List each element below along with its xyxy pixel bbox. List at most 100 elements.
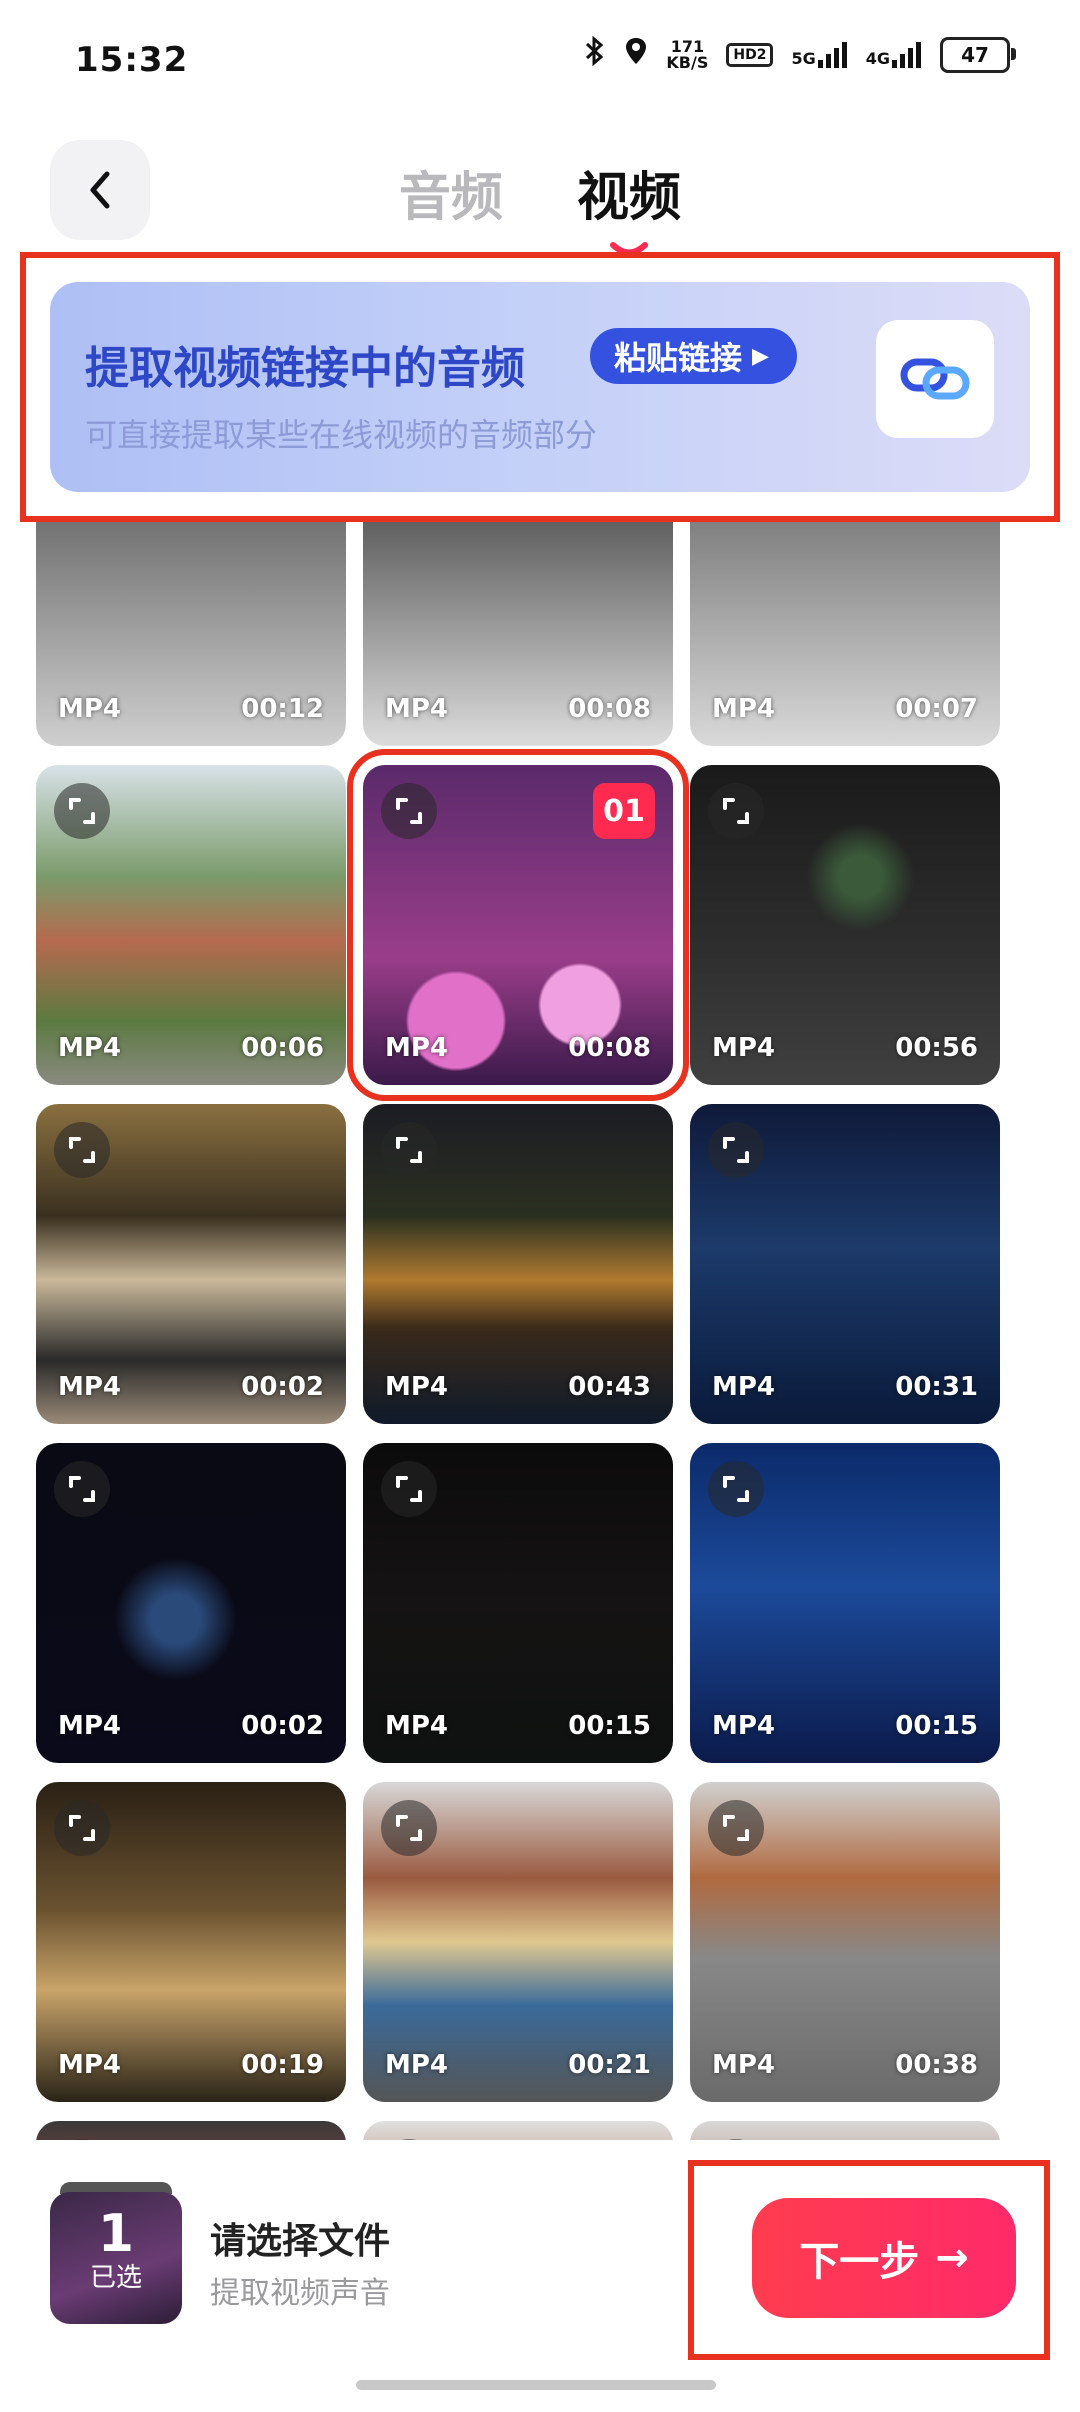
net-speed: 171 KB/S <box>666 38 709 72</box>
video-tile[interactable] <box>363 2121 673 2140</box>
battery-icon: 47 <box>940 36 1016 73</box>
expand-preview-icon[interactable] <box>54 783 110 839</box>
video-duration: 00:15 <box>568 1711 651 1741</box>
play-triangle-icon: ▶ <box>752 343 769 369</box>
video-tile[interactable]: 01 MP4 00:08 <box>347 749 689 1101</box>
video-format: MP4 <box>58 1372 122 1402</box>
video-duration: 00:02 <box>241 1711 324 1741</box>
video-tile[interactable]: MP4 00:15 <box>690 1443 1000 1763</box>
header: 音频 视频 <box>0 130 1080 260</box>
status-icons: 171 KB/S HD2 5G 4G 47 <box>584 35 1016 73</box>
video-grid: MP4 00:12 MP4 00:08 MP4 00:07 MP4 00:06 01 MP4 00:… <box>36 480 1000 2140</box>
video-format: MP4 <box>385 1033 449 1063</box>
expand-preview-icon[interactable] <box>381 1461 437 1517</box>
extract-link-banner[interactable]: 提取视频链接中的音频 粘贴链接 ▶ 可直接提取某些在线视频的音频部分 <box>50 282 1030 492</box>
paste-link-button[interactable]: 粘贴链接 ▶ <box>590 328 797 384</box>
banner-title: 提取视频链接中的音频 <box>85 343 525 394</box>
expand-preview-icon[interactable] <box>708 1800 764 1856</box>
selected-count: 1 <box>97 2204 135 2264</box>
select-file-subtitle: 提取视频声音 <box>210 2276 390 2311</box>
video-format: MP4 <box>385 1372 449 1402</box>
expand-preview-icon[interactable] <box>381 1800 437 1856</box>
hd-badge: HD2 <box>726 42 774 67</box>
bluetooth-icon <box>584 35 606 73</box>
video-duration: 00:12 <box>241 694 324 724</box>
video-duration: 00:08 <box>568 694 651 724</box>
video-duration: 00:08 <box>568 1033 651 1063</box>
video-duration: 00:06 <box>241 1033 324 1063</box>
status-bar: 15:32 171 KB/S HD2 5G 4G 47 <box>0 0 1080 120</box>
video-format: MP4 <box>385 1711 449 1741</box>
location-icon <box>624 36 648 73</box>
link-icon-tile[interactable] <box>876 320 994 438</box>
signal-5g: 5G <box>791 41 847 68</box>
video-format: MP4 <box>58 2050 122 2080</box>
signal-icon <box>892 41 921 68</box>
battery-level: 47 <box>961 42 989 67</box>
video-duration: 00:19 <box>241 2050 324 2080</box>
tab-video-label: 视频 <box>577 168 682 228</box>
expand-preview-icon[interactable] <box>381 783 437 839</box>
video-format: MP4 <box>712 1372 776 1402</box>
selected-count-label: 已选 <box>89 2263 142 2293</box>
tab-video[interactable]: 视频 <box>577 155 682 256</box>
video-format: MP4 <box>58 1711 122 1741</box>
next-button-label: 下一步 <box>799 2239 920 2285</box>
video-duration: 00:43 <box>568 1372 651 1402</box>
signal-4g: 4G <box>865 41 922 68</box>
tab-audio[interactable]: 音频 <box>399 155 503 230</box>
video-format: MP4 <box>58 694 122 724</box>
video-duration: 00:02 <box>241 1372 324 1402</box>
video-format: MP4 <box>712 2050 776 2080</box>
banner-highlight: 提取视频链接中的音频 粘贴链接 ▶ 可直接提取某些在线视频的音频部分 <box>20 252 1060 522</box>
selected-count-tile[interactable]: 1 已选 <box>50 2192 182 2324</box>
video-duration: 00:07 <box>895 694 978 724</box>
video-tile[interactable]: MP4 00:31 <box>690 1104 1000 1424</box>
next-button[interactable]: 下一步 → <box>752 2198 1016 2318</box>
banner-subtitle: 可直接提取某些在线视频的音频部分 <box>85 416 598 454</box>
net-speed-unit: KB/S <box>666 52 709 72</box>
expand-preview-icon[interactable] <box>54 1800 110 1856</box>
video-format: MP4 <box>385 2050 449 2080</box>
bottom-bar: 1 已选 请选择文件 提取视频声音 下一步 → <box>0 2140 1080 2412</box>
status-time: 15:32 <box>75 40 189 80</box>
select-file-title: 请选择文件 <box>210 2221 391 2262</box>
signal-5g-label: 5G <box>791 48 816 68</box>
video-duration: 00:31 <box>895 1372 978 1402</box>
video-tile[interactable] <box>36 2121 346 2140</box>
expand-preview-icon[interactable] <box>381 1122 437 1178</box>
video-tile[interactable]: MP4 00:02 <box>36 1443 346 1763</box>
expand-preview-icon[interactable] <box>54 1461 110 1517</box>
paste-link-label: 粘贴链接 <box>614 339 743 377</box>
link-icon <box>900 358 970 400</box>
video-format: MP4 <box>712 1711 776 1741</box>
video-duration: 00:21 <box>568 2050 651 2080</box>
expand-preview-icon[interactable] <box>708 783 764 839</box>
video-format: MP4 <box>712 1033 776 1063</box>
expand-preview-icon[interactable] <box>708 1461 764 1517</box>
arrow-right-icon: → <box>935 2235 969 2281</box>
video-format: MP4 <box>58 1033 122 1063</box>
signal-4g-label: 4G <box>865 48 890 68</box>
video-duration: 00:38 <box>895 2050 978 2080</box>
signal-icon <box>817 41 847 68</box>
video-tile[interactable]: MP4 00:19 <box>36 1782 346 2102</box>
video-tile[interactable]: MP4 00:56 <box>690 765 1000 1085</box>
video-tile[interactable]: MP4 00:43 <box>363 1104 673 1424</box>
video-tile[interactable]: MP4 00:15 <box>363 1443 673 1763</box>
video-duration: 00:15 <box>895 1711 978 1741</box>
expand-preview-icon[interactable] <box>708 1122 764 1178</box>
video-grid-scroll[interactable]: MP4 00:12 MP4 00:08 MP4 00:07 MP4 00:06 01 MP4 00:… <box>0 480 1080 2140</box>
home-indicator[interactable] <box>356 2380 716 2390</box>
video-tile[interactable]: MP4 00:02 <box>36 1104 346 1424</box>
video-tile[interactable]: MP4 00:38 <box>690 1782 1000 2102</box>
next-button-highlight: 下一步 → <box>688 2160 1050 2360</box>
selection-order-badge: 01 <box>593 783 655 839</box>
video-tile[interactable] <box>690 2121 1000 2140</box>
video-tile[interactable]: MP4 00:21 <box>363 1782 673 2102</box>
expand-preview-icon[interactable] <box>54 1122 110 1178</box>
video-format: MP4 <box>712 694 776 724</box>
tab-bar: 音频 视频 <box>0 155 1080 256</box>
video-duration: 00:56 <box>895 1033 978 1063</box>
video-tile[interactable]: MP4 00:06 <box>36 765 346 1085</box>
